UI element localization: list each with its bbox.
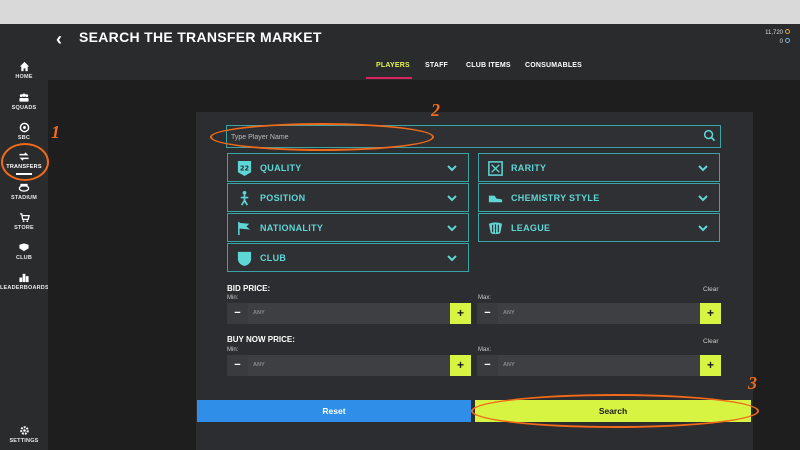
quality-icon: 22 xyxy=(236,160,253,177)
buy-now-max-value[interactable]: ANY xyxy=(498,355,700,376)
position-icon xyxy=(236,190,253,207)
bid-min-decrement-button[interactable]: − xyxy=(227,303,248,324)
points-icon xyxy=(785,38,790,43)
sidebar-item-store[interactable]: STORE xyxy=(0,212,48,231)
chemistry-style-label: CHEMISTRY STYLE xyxy=(511,193,600,203)
bid-min-label: Min: xyxy=(227,295,239,301)
quality-badge: 22 xyxy=(240,164,250,172)
chevron-down-icon xyxy=(446,251,458,269)
chevron-down-icon xyxy=(446,221,458,239)
buy-now-max-increment-button[interactable]: + xyxy=(700,355,721,376)
buy-now-price-clear[interactable]: Clear xyxy=(703,338,719,345)
leaderboards-icon xyxy=(0,272,48,284)
chevron-down-icon xyxy=(697,161,709,179)
rarity-icon xyxy=(487,160,504,177)
sidebar-item-leaderboards[interactable]: LEADERBOARDS xyxy=(0,272,49,291)
bid-price-label: BID PRICE: xyxy=(227,284,271,293)
currency-display: 11,720 0 xyxy=(765,29,790,47)
top-strip xyxy=(0,0,800,24)
boot-icon xyxy=(487,190,504,207)
points-balance: 0 xyxy=(779,39,783,45)
stadium-icon xyxy=(0,182,48,194)
nationality-label: NATIONALITY xyxy=(260,223,324,233)
rarity-dropdown[interactable]: RARITY xyxy=(478,153,720,182)
bid-price-clear[interactable]: Clear xyxy=(703,286,719,293)
quality-dropdown[interactable]: 22 QUALITY xyxy=(227,153,469,182)
buy-now-min-decrement-button[interactable]: − xyxy=(227,355,248,376)
bid-min-increment-button[interactable]: + xyxy=(450,303,471,324)
bid-max-label: Max: xyxy=(478,295,492,301)
bid-min-value[interactable]: ANY xyxy=(248,303,450,324)
coin-icon xyxy=(785,29,790,34)
club-icon xyxy=(0,242,48,254)
tab-club-items[interactable]: CLUB ITEMS xyxy=(466,62,511,69)
sbc-icon xyxy=(0,122,48,134)
annotation-ring-transfers xyxy=(1,143,49,181)
back-button[interactable]: ‹ xyxy=(56,29,62,50)
sidebar-item-settings[interactable]: SETTINGS xyxy=(0,425,48,444)
league-dropdown[interactable]: LEAGUE xyxy=(478,213,720,242)
coin-balance: 11,720 xyxy=(765,30,783,36)
annotation-number-1: 1 xyxy=(51,122,60,142)
bid-max-increment-button[interactable]: + xyxy=(700,303,721,324)
nationality-dropdown[interactable]: NATIONALITY xyxy=(227,213,469,242)
buy-now-max-decrement-button[interactable]: − xyxy=(477,355,498,376)
chevron-down-icon xyxy=(446,191,458,209)
chemistry-style-dropdown[interactable]: CHEMISTRY STYLE xyxy=(478,183,720,212)
chevron-down-icon xyxy=(446,161,458,179)
sidebar-item-home[interactable]: HOME xyxy=(0,61,48,80)
store-icon xyxy=(0,212,48,224)
sidebar-item-stadium[interactable]: STADIUM xyxy=(0,182,48,201)
buy-now-min-increment-button[interactable]: + xyxy=(450,355,471,376)
bid-max-decrement-button[interactable]: − xyxy=(477,303,498,324)
buy-now-min-value[interactable]: ANY xyxy=(248,355,450,376)
league-icon xyxy=(487,220,504,237)
buy-now-max-label: Max: xyxy=(478,347,492,353)
squads-icon xyxy=(0,92,48,104)
club-label: CLUB xyxy=(260,253,287,263)
bid-max-stepper[interactable]: − ANY + xyxy=(477,303,721,324)
buy-now-max-stepper[interactable]: − ANY + xyxy=(477,355,721,376)
annotation-number-3: 3 xyxy=(748,373,757,393)
rarity-label: RARITY xyxy=(511,163,547,173)
annotation-ring-search-input xyxy=(210,123,434,151)
search-icon[interactable] xyxy=(703,129,716,147)
annotation-ring-search-button xyxy=(471,394,759,428)
position-dropdown[interactable]: POSITION xyxy=(227,183,469,212)
bid-min-stepper[interactable]: − ANY + xyxy=(227,303,471,324)
gear-icon xyxy=(0,425,48,437)
buy-now-price-label: BUY NOW PRICE: xyxy=(227,335,295,344)
sidebar xyxy=(0,24,48,450)
sidebar-item-club[interactable]: CLUB xyxy=(0,242,48,261)
quality-label: QUALITY xyxy=(260,163,302,173)
position-label: POSITION xyxy=(260,193,306,203)
club-dropdown[interactable]: CLUB xyxy=(227,243,469,272)
chevron-down-icon xyxy=(697,221,709,239)
league-label: LEAGUE xyxy=(511,223,551,233)
sidebar-item-squads[interactable]: SQUADS xyxy=(0,92,48,111)
bid-max-value[interactable]: ANY xyxy=(498,303,700,324)
tab-consumables[interactable]: CONSUMABLES xyxy=(525,62,582,69)
tab-staff[interactable]: STAFF xyxy=(425,62,448,69)
reset-button[interactable]: Reset xyxy=(197,400,471,422)
chevron-down-icon xyxy=(697,191,709,209)
tab-players[interactable]: PLAYERS xyxy=(376,62,410,69)
tab-bar: PLAYERS STAFF CLUB ITEMS CONSUMABLES xyxy=(48,56,800,80)
active-tab-underline xyxy=(366,77,412,79)
page-title: SEARCH THE TRANSFER MARKET xyxy=(79,29,322,45)
home-icon xyxy=(0,61,48,73)
annotation-number-2: 2 xyxy=(431,100,440,120)
crest-icon xyxy=(236,250,253,267)
buy-now-min-stepper[interactable]: − ANY + xyxy=(227,355,471,376)
flag-icon xyxy=(236,220,253,237)
sidebar-item-sbc[interactable]: SBC xyxy=(0,122,48,141)
buy-now-min-label: Min: xyxy=(227,347,239,353)
